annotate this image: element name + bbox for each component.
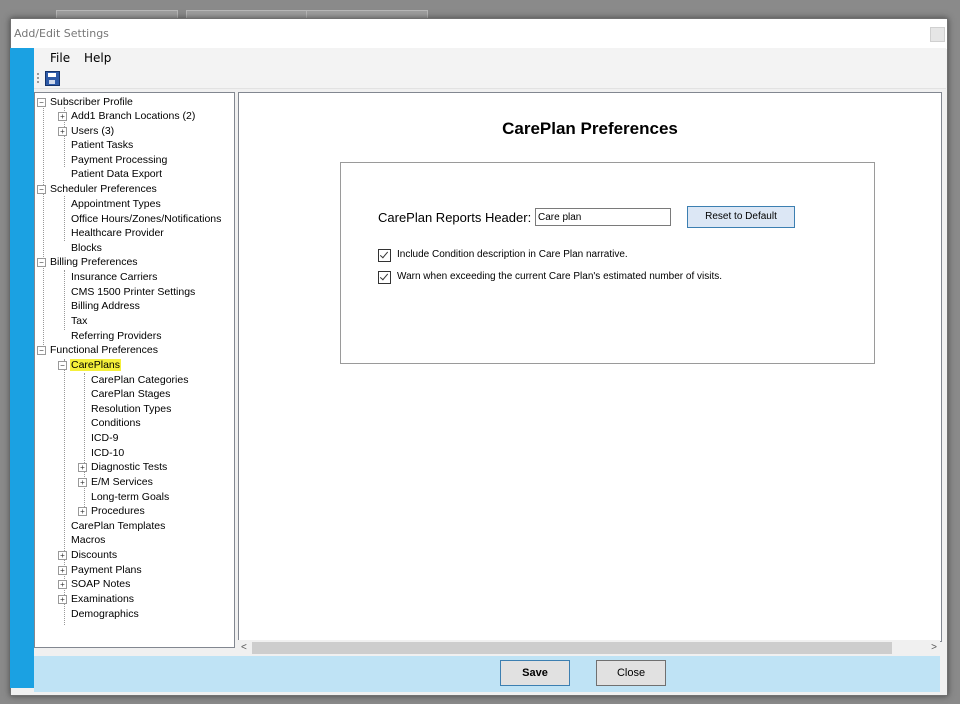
tree-item-referring-providers[interactable]: Referring Providers: [70, 329, 162, 343]
horizontal-scrollbar[interactable]: < >: [238, 640, 940, 656]
tree-item-scheduler-preferences[interactable]: − Scheduler Preferences: [37, 182, 158, 196]
tree-item-macros[interactable]: Macros: [70, 533, 106, 547]
tree-item-cms1500[interactable]: CMS 1500 Printer Settings: [70, 285, 196, 299]
tree-item-functional-preferences[interactable]: − Functional Preferences: [37, 343, 159, 357]
tree-item-add1-branch[interactable]: + Add1 Branch Locations (2): [58, 109, 196, 123]
collapse-icon[interactable]: −: [37, 258, 46, 267]
window-close-button[interactable]: [930, 27, 945, 42]
expand-icon[interactable]: +: [78, 463, 87, 472]
tree-item-payment-plans[interactable]: + Payment Plans: [58, 563, 143, 577]
tree-item-healthcare-provider[interactable]: Healthcare Provider: [70, 226, 165, 240]
tree-item-patient-tasks[interactable]: Patient Tasks: [70, 138, 134, 152]
tree-item-appointment-types[interactable]: Appointment Types: [70, 197, 162, 211]
tree-item-careplans[interactable]: − CarePlans: [58, 358, 122, 372]
scroll-right-icon[interactable]: >: [931, 642, 937, 653]
save-button[interactable]: Save: [500, 660, 570, 686]
settings-tree: − Subscriber Profile + Add1 Branch Locat…: [34, 92, 235, 648]
reset-to-default-button[interactable]: Reset to Default: [687, 206, 795, 228]
accent-bar: [10, 48, 34, 688]
tree-item-users[interactable]: + Users (3): [58, 124, 115, 138]
dialog-footer: Save Close: [34, 656, 940, 692]
tree-item-icd10[interactable]: ICD-10: [90, 446, 125, 460]
expand-icon[interactable]: +: [58, 595, 67, 604]
tree-item-conditions[interactable]: Conditions: [90, 416, 142, 430]
tree-item-discounts[interactable]: + Discounts: [58, 548, 118, 562]
tree-item-patient-data-export[interactable]: Patient Data Export: [70, 167, 163, 181]
menu-bar: File Help: [34, 48, 946, 68]
scroll-thumb[interactable]: [252, 642, 892, 654]
tree-item-billing-preferences[interactable]: − Billing Preferences: [37, 255, 139, 269]
scroll-left-icon[interactable]: <: [241, 642, 247, 653]
tree-item-procedures[interactable]: + Procedures: [78, 504, 146, 518]
tree-item-demographics[interactable]: Demographics: [70, 607, 140, 621]
menu-help[interactable]: Help: [84, 51, 111, 65]
preferences-group: CarePlan Reports Header: Reset to Defaul…: [340, 162, 875, 364]
tree-item-office-hours[interactable]: Office Hours/Zones/Notifications: [70, 212, 222, 226]
tree-item-insurance-carriers[interactable]: Insurance Carriers: [70, 270, 158, 284]
tree-item-soap-notes[interactable]: + SOAP Notes: [58, 577, 131, 591]
tree-item-tax[interactable]: Tax: [70, 314, 88, 328]
expand-icon[interactable]: +: [78, 478, 87, 487]
include-condition-label: Include Condition description in Care Pl…: [397, 249, 628, 260]
collapse-icon[interactable]: −: [37, 346, 46, 355]
tree-item-longterm-goals[interactable]: Long-term Goals: [90, 490, 170, 504]
toolbar: [34, 68, 946, 89]
title-bar: Add/Edit Settings: [11, 19, 947, 49]
careplan-preferences-panel: CarePlan Preferences CarePlan Reports He…: [238, 92, 942, 642]
tree-item-careplan-templates[interactable]: CarePlan Templates: [70, 519, 166, 533]
expand-icon[interactable]: +: [58, 112, 67, 121]
collapse-icon[interactable]: −: [58, 361, 67, 370]
warn-exceeding-checkbox[interactable]: [378, 271, 391, 284]
tree-item-diagnostic-tests[interactable]: + Diagnostic Tests: [78, 460, 168, 474]
expand-icon[interactable]: +: [58, 566, 67, 575]
save-icon[interactable]: [45, 71, 60, 86]
include-condition-checkbox[interactable]: [378, 249, 391, 262]
tree-item-em-services[interactable]: + E/M Services: [78, 475, 154, 489]
expand-icon[interactable]: +: [58, 551, 67, 560]
tree-item-resolution-types[interactable]: Resolution Types: [90, 402, 172, 416]
close-button[interactable]: Close: [596, 660, 666, 686]
tree-item-careplan-categories[interactable]: CarePlan Categories: [90, 373, 189, 387]
tree-item-blocks[interactable]: Blocks: [70, 241, 103, 255]
menu-file[interactable]: File: [50, 51, 70, 65]
tree-item-subscriber-profile[interactable]: − Subscriber Profile: [37, 95, 134, 109]
tree-item-payment-processing[interactable]: Payment Processing: [70, 153, 168, 167]
tree-item-billing-address[interactable]: Billing Address: [70, 299, 141, 313]
page-title: CarePlan Preferences: [502, 119, 678, 138]
warn-exceeding-label: Warn when exceeding the current Care Pla…: [397, 271, 723, 282]
toolbar-grip: [37, 73, 41, 83]
window-title: Add/Edit Settings: [14, 27, 109, 40]
tree-item-icd9[interactable]: ICD-9: [90, 431, 119, 445]
reports-header-label: CarePlan Reports Header:: [378, 210, 532, 225]
tree-item-careplan-stages[interactable]: CarePlan Stages: [90, 387, 171, 401]
expand-icon[interactable]: +: [58, 580, 67, 589]
reports-header-input[interactable]: [535, 208, 671, 226]
collapse-icon[interactable]: −: [37, 185, 46, 194]
expand-icon[interactable]: +: [58, 127, 67, 136]
collapse-icon[interactable]: −: [37, 98, 46, 107]
tree-item-examinations[interactable]: + Examinations: [58, 592, 135, 606]
expand-icon[interactable]: +: [78, 507, 87, 516]
